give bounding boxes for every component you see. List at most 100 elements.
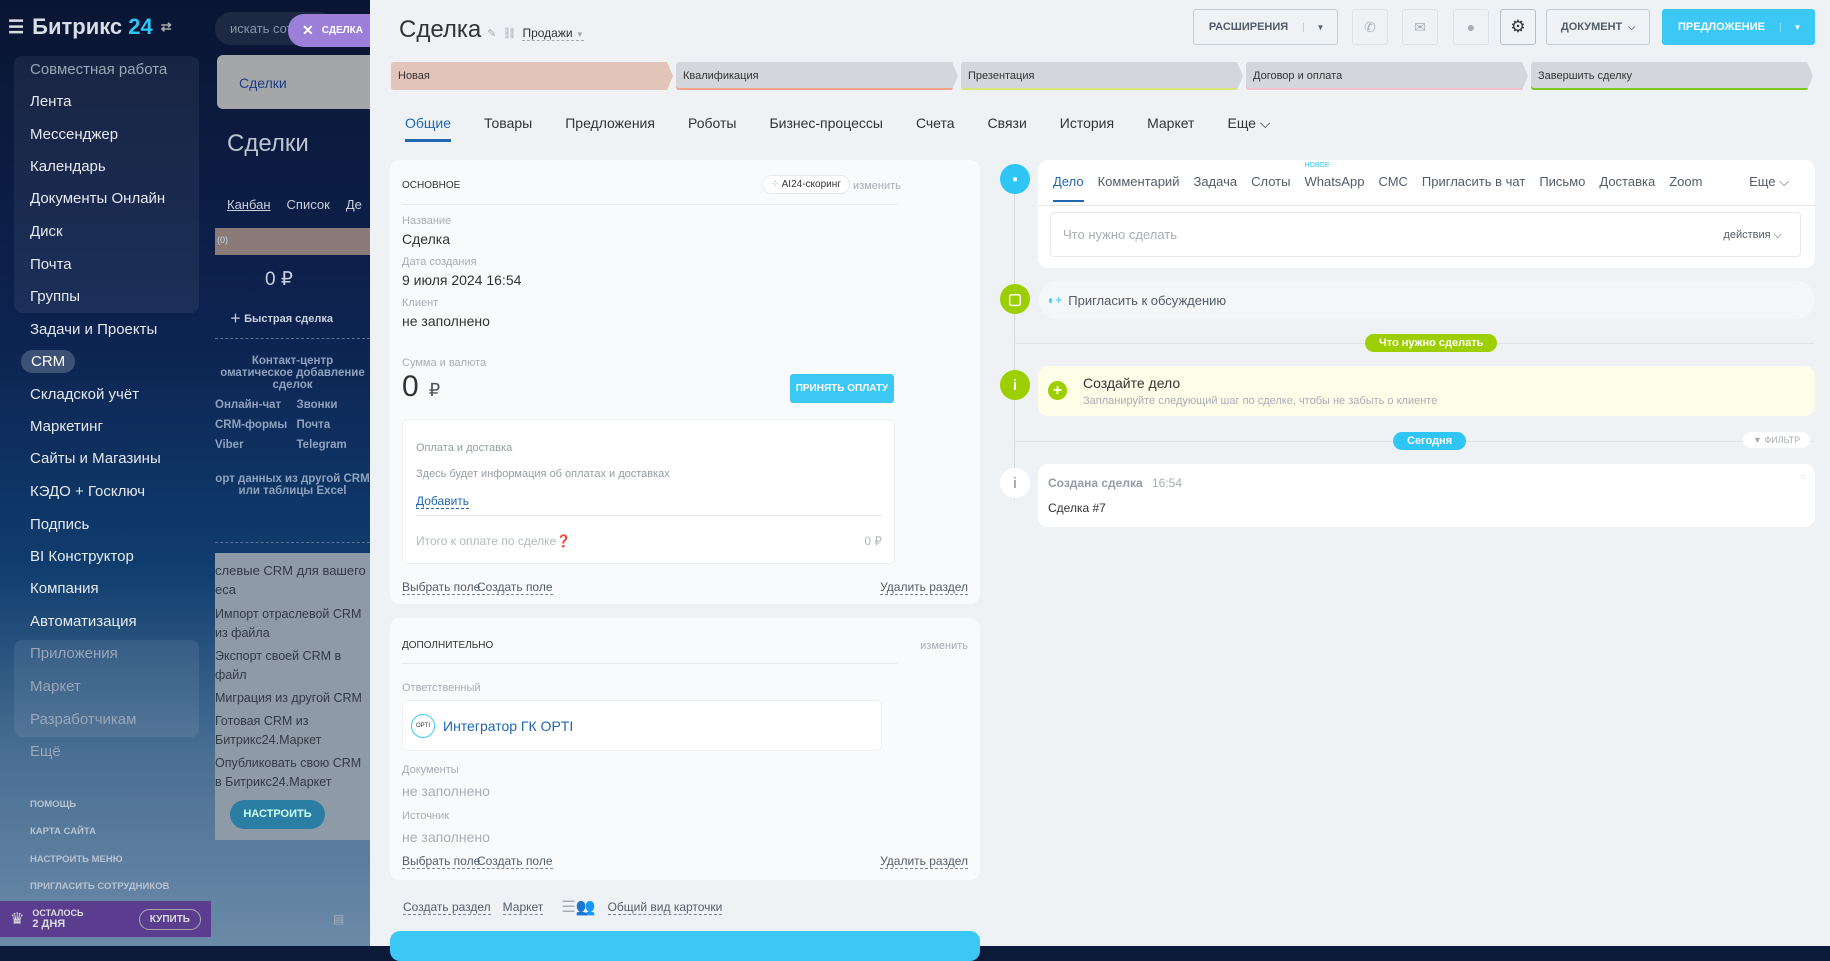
sidebar-link[interactable]: ПОМОЩЬ <box>30 799 76 810</box>
timeline-tab[interactable]: Пригласить в чат <box>1422 174 1525 202</box>
currency[interactable]: ₽ <box>429 380 440 401</box>
extensions-button[interactable]: РАСШИРЕНИЯ ▼ <box>1193 9 1338 45</box>
close-slider-tab[interactable]: ✕ СДЕЛКА <box>288 14 370 47</box>
buy-button[interactable]: КУПИТЬ <box>138 908 201 930</box>
sidebar-item[interactable]: Календарь <box>30 158 106 175</box>
todo-input[interactable]: Что нужно сделать действия ⌵ <box>1050 212 1801 257</box>
settings-icon[interactable]: ⇄ <box>161 19 172 35</box>
chat-icon[interactable]: ● <box>1453 9 1489 45</box>
sidebar-item[interactable]: Разработчикам <box>30 711 136 728</box>
field-value[interactable]: Сделка <box>402 231 521 247</box>
sidebar-more[interactable]: Ещё <box>30 743 61 760</box>
sidebar-item[interactable]: Компания <box>30 580 99 597</box>
sidebar-item[interactable]: Сайты и Магазины <box>30 450 161 467</box>
sidebar-item[interactable]: BI Конструктор <box>30 548 134 565</box>
timeline-tab[interactable]: Комментарий <box>1098 174 1180 202</box>
stage-1[interactable]: Квалификация <box>676 62 958 90</box>
edit-icon[interactable]: ✎ <box>487 27 496 40</box>
setup-button[interactable]: НАСТРОИТЬ <box>230 800 325 829</box>
field-value[interactable]: не заполнено <box>402 313 521 329</box>
sidebar-item[interactable]: Подпись <box>30 516 89 533</box>
stage-3[interactable]: Договор и оплата <box>1246 62 1528 90</box>
quick-deal-button[interactable]: ＋ Быстрая сделка <box>230 310 333 326</box>
edit-link[interactable]: изменить <box>920 640 968 652</box>
tab-5[interactable]: Счета <box>916 115 955 142</box>
phone-icon[interactable]: ✆ <box>1352 9 1388 45</box>
link-icon[interactable]: ⛓ <box>502 27 516 40</box>
timeline-tab[interactable]: Дело <box>1053 174 1084 202</box>
tab-7[interactable]: История <box>1060 115 1114 142</box>
create-field-link[interactable]: Создать поле <box>477 580 553 595</box>
timeline-tab[interactable]: СМС <box>1378 174 1407 202</box>
tab-0[interactable]: Общие <box>405 115 452 142</box>
document-button[interactable]: ДОКУМЕНТ ⌵ <box>1546 9 1650 45</box>
invite-button[interactable]: ◐+ Пригласить к обсуждению <box>1038 281 1815 319</box>
crm-option[interactable]: Опубликовать свою CRM в Битрикс24.Маркет <box>215 754 370 792</box>
tab-deals[interactable]: Сделки <box>239 75 287 91</box>
crm-option[interactable]: Импорт отраслевой CRM из файла <box>215 605 370 643</box>
sidebar-item[interactable]: Маркет <box>30 678 81 695</box>
crm-option[interactable]: Экспорт своей CRM в файл <box>215 647 370 685</box>
create-section-link[interactable]: Создать раздел <box>403 900 491 915</box>
add-link[interactable]: Добавить <box>416 494 470 509</box>
sidebar-item[interactable]: Диск <box>30 223 63 240</box>
stage-4[interactable]: Завершить сделку <box>1531 62 1813 90</box>
sidebar-link[interactable]: КАРТА САЙТА <box>30 826 96 837</box>
sidebar-item[interactable]: Складской учёт <box>30 386 139 403</box>
filter-button[interactable]: ▼ ФИЛЬТР <box>1743 432 1811 448</box>
gear-icon[interactable]: ⚙ <box>1500 9 1536 45</box>
delete-section-link[interactable]: Удалить раздел <box>880 854 968 869</box>
choose-field-link[interactable]: Выбрать поле <box>402 580 481 595</box>
close-icon[interactable]: ✕ <box>302 22 314 39</box>
tab-6[interactable]: Связи <box>988 115 1027 142</box>
timeline-tab[interactable]: Доставка <box>1599 174 1655 202</box>
create-activity-card[interactable]: + Создайте дело Запланируйте следующий ш… <box>1038 366 1815 416</box>
sidebar-item[interactable]: Мессенджер <box>30 126 118 143</box>
sidebar-item[interactable]: Задачи и Проекты <box>30 321 157 338</box>
field-value[interactable]: 9 июля 2024 16:54 <box>402 272 521 288</box>
accept-payment-button[interactable]: ПРИНЯТЬ ОПЛАТУ <box>790 374 894 403</box>
timeline-tab[interactable]: Zoom <box>1669 174 1702 202</box>
tab-9[interactable]: Еще ⌵ <box>1227 115 1270 142</box>
sidebar-item[interactable]: Документы Онлайн <box>30 190 165 207</box>
edit-link[interactable]: изменить <box>853 180 901 192</box>
help-icon[interactable]: ❓ <box>556 534 571 548</box>
chevron-down-icon[interactable]: ▼ <box>1303 22 1337 32</box>
ai-scoring-button[interactable]: ⁘ AI24-скоринг <box>762 175 850 194</box>
sidebar-item[interactable]: Автоматизация <box>30 613 137 630</box>
sidebar-item[interactable]: Группы <box>30 288 80 305</box>
tab-3[interactable]: Роботы <box>688 115 736 142</box>
responsible-user[interactable]: OPTI Интегратор ГК OPTI <box>402 700 882 751</box>
sidebar-item[interactable]: Лента <box>30 93 72 110</box>
tab-4[interactable]: Бизнес-процессы <box>769 115 882 142</box>
menu-icon[interactable]: ☰ <box>8 17 24 38</box>
plus-icon[interactable]: + <box>1048 381 1067 400</box>
stage-0[interactable]: Новая <box>391 62 673 90</box>
mail-icon[interactable]: ✉ <box>1402 9 1438 45</box>
actions-dropdown[interactable]: действия ⌵ <box>1723 229 1782 242</box>
crm-option[interactable]: Миграция из другой CRM <box>215 689 370 708</box>
tab-8[interactable]: Маркет <box>1147 115 1194 142</box>
chevron-down-icon[interactable]: ▼ <box>1780 22 1814 32</box>
sum-value[interactable]: 0 <box>402 370 419 404</box>
tab-2[interactable]: Предложения <box>565 115 655 142</box>
timeline-tab[interactable]: НОВОЕ WhatsApp <box>1304 162 1364 202</box>
card-view-link[interactable]: Общий вид карточки <box>607 900 723 915</box>
tab-more[interactable]: Еще ⌵ <box>1749 174 1789 190</box>
offer-button[interactable]: ПРЕДЛОЖЕНИЕ ▼ <box>1662 9 1815 45</box>
delete-section-link[interactable]: Удалить раздел <box>880 580 968 595</box>
stage-2[interactable]: Презентация <box>961 62 1243 90</box>
sidebar-item[interactable]: Почта <box>30 256 72 273</box>
category-select[interactable]: Продажи ▼ <box>522 26 584 41</box>
sidebar-link[interactable]: НАСТРОИТЬ МЕНЮ <box>30 854 123 865</box>
group-header-apps[interactable]: Приложения <box>30 645 118 662</box>
logo[interactable]: ☰ Битрикс 24 ⇄ <box>8 14 172 40</box>
sidebar-item-crm[interactable]: CRM <box>21 350 76 373</box>
timeline-tab[interactable]: Задача <box>1193 174 1237 202</box>
create-field-link[interactable]: Создать поле <box>477 854 553 869</box>
group-header-collab[interactable]: Совместная работа <box>30 61 167 78</box>
timeline-tab[interactable]: Письмо <box>1539 174 1585 202</box>
choose-field-link[interactable]: Выбрать поле <box>402 854 481 869</box>
crm-option[interactable]: Готовая CRM из Битрикс24.Маркет <box>215 712 370 750</box>
sidebar-link[interactable]: ПРИГЛАСИТЬ СОТРУДНИКОВ <box>30 881 169 892</box>
